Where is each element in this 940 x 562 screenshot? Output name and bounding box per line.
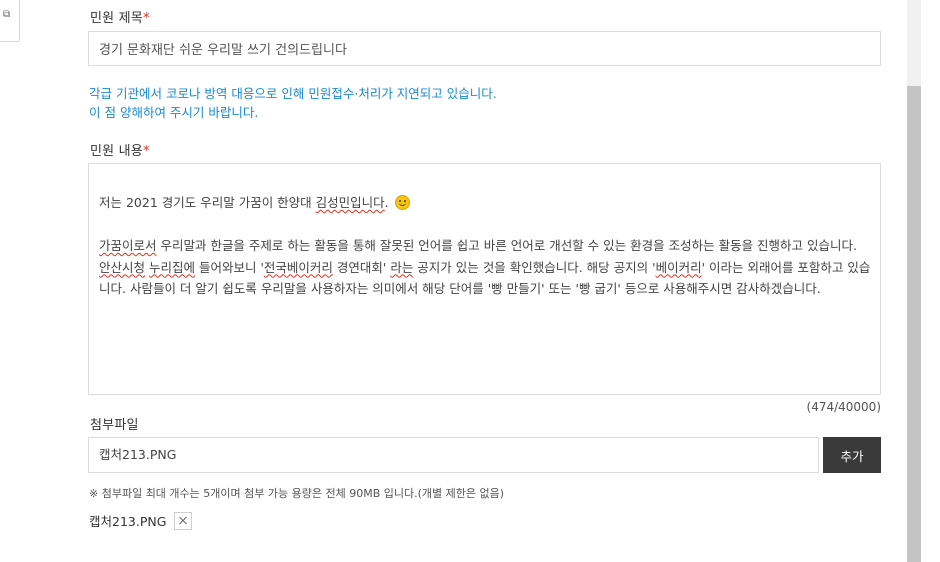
side-panel-tab[interactable]: ⧉	[0, 0, 20, 42]
attach-note: ※ 첨부파일 최대 개수는 5개이며 첨부 가능 용량은 전체 90MB 입니다…	[89, 487, 505, 500]
file-name-field[interactable]: 캡처213.PNG	[88, 437, 819, 473]
content-text: 공지가 있는 것을 확인했습니다. 해당 공지의 '	[413, 259, 656, 275]
notice-text: 각급 기관에서 코로나 방역 대응으로 인해 민원접수·처리가 지연되고 있습니…	[89, 84, 497, 122]
attached-file-item: 캡처213.PNG	[89, 511, 193, 530]
char-counter: (474/40000)	[806, 400, 881, 414]
add-file-button[interactable]: 추가	[823, 437, 881, 473]
spellcheck-word: 가꿈이로서	[99, 238, 157, 253]
spellcheck-word: 누리집에	[149, 259, 196, 275]
notice-line-1: 각급 기관에서 코로나 방역 대응으로 인해 민원접수·처리가 지연되고 있습니…	[89, 86, 497, 101]
content-paragraph-1: 저는 2021 경기도 우리말 가꿈이 한양대 김성민입니다.	[99, 192, 871, 214]
smiley-emoji-icon	[394, 195, 410, 210]
content-text: 들어와보니 '	[195, 259, 264, 275]
content-label: 민원 내용*	[90, 140, 150, 159]
scrollbar-thumb[interactable]	[907, 86, 921, 562]
title-input[interactable]	[88, 31, 881, 66]
attached-file-name: 캡처213.PNG	[89, 514, 167, 529]
content-label-text: 민원 내용	[90, 144, 143, 159]
notice-line-2: 이 점 양해하여 주시기 바랍니다.	[89, 105, 259, 120]
content-paragraph-3: 안산시청 누리집에 들어와보니 '전국베이커리 경연대회' 라는 공지가 있는 …	[99, 257, 871, 300]
required-mark: *	[142, 11, 150, 26]
content-text: 저는 2021 경기도 우리말 가꿈이 한양대	[99, 195, 316, 210]
content-text: 우리말과 한글을 주제로 하는 활동을 통해 잘못된 언어를 쉽고 바른 언어로…	[156, 238, 857, 253]
remove-file-icon[interactable]	[174, 511, 193, 530]
spellcheck-word: 라는	[390, 259, 414, 275]
title-label: 민원 제목*	[90, 7, 150, 26]
spellcheck-word: 전국베이커리	[263, 259, 333, 275]
spellcheck-word: 안산시청	[99, 259, 146, 275]
content-editor[interactable]: 저는 2021 경기도 우리말 가꿈이 한양대 김성민입니다. 가꿈이로서 우리…	[88, 163, 881, 395]
required-mark: *	[142, 144, 150, 159]
spellcheck-word: 김성민입니다	[315, 195, 385, 210]
content-text: 경연대회'	[332, 259, 391, 275]
content-paragraph-2: 가꿈이로서 우리말과 한글을 주제로 하는 활동을 통해 잘못된 언어를 쉽고 …	[99, 235, 871, 257]
content-text: .	[384, 195, 389, 210]
title-label-text: 민원 제목	[90, 11, 143, 26]
attach-label: 첨부파일	[90, 418, 139, 433]
spellcheck-word: 베이커리	[655, 259, 702, 275]
external-link-icon: ⧉	[3, 9, 11, 20]
